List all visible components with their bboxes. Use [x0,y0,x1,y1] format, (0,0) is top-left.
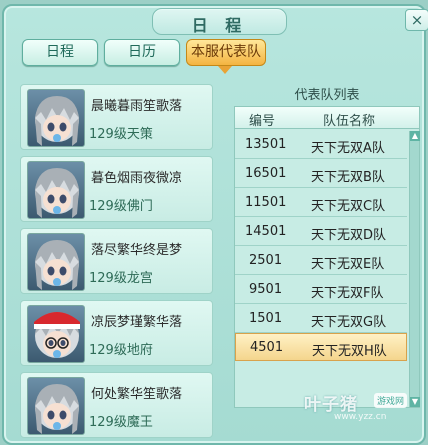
tab-server-team[interactable]: 本服代表队 [186,39,266,66]
team-name: 天下无双D队 [311,228,387,243]
team-id: 11501 [245,195,287,210]
table-row-selected[interactable]: 4501 天下无双H队 [235,333,407,361]
team-id: 2501 [249,253,283,268]
column-header-id: 编号 [249,114,276,129]
window-title: 日 程 [191,16,248,35]
team-name: 天下无双A队 [311,141,385,156]
team-id: 16501 [245,166,287,181]
close-button[interactable]: × [405,9,428,31]
title-bar: 日 程 [152,8,287,35]
character-level: 129级天策 [89,127,153,142]
table-row[interactable]: 1501 天下无双G队 [235,305,407,333]
team-name: 天下无双B队 [311,170,385,185]
team-list-scrollbar[interactable]: ▲ ▼ [409,131,420,407]
character-card[interactable]: 凉辰梦瑾繁华落 129级地府 [20,300,213,366]
watermark-badge: 游戏网 [374,393,408,408]
character-name: 晨曦暮雨笙歌落 [91,99,183,114]
tab-calendar[interactable]: 日历 [104,39,180,66]
active-tab-pointer [218,66,232,74]
avatar [27,89,85,147]
character-card[interactable]: 落尽繁华终是梦 129级龙宫 [20,228,213,294]
character-card[interactable]: 晨曦暮雨笙歌落 129级天策 [20,84,213,150]
character-card[interactable]: 何处繁华笙歌落 129级魔王 [20,372,213,438]
avatar [27,305,85,363]
team-list-panel: 代表队列表 编号 队伍名称 13501 天下无双A队 16501 天下无双B队 … [234,84,420,410]
table-row[interactable]: 14501 天下无双D队 [235,218,407,246]
character-level: 129级佛门 [89,199,153,214]
team-name: 天下无双G队 [311,315,387,330]
character-name: 暮色烟雨夜微凉 [91,171,183,186]
character-name: 何处繁华笙歌落 [91,387,183,402]
character-name: 落尽繁华终是梦 [91,243,183,258]
column-header-name: 队伍名称 [323,114,376,129]
character-level: 129级魔王 [89,415,153,430]
avatar [27,377,85,435]
team-id: 14501 [245,224,287,239]
team-name: 天下无双F队 [311,286,384,301]
character-name: 凉辰梦瑾繁华落 [91,315,183,330]
team-name: 天下无双H队 [312,344,387,359]
team-name: 天下无双E队 [311,257,385,272]
character-card[interactable]: 暮色烟雨夜微凉 129级佛门 [20,156,213,222]
table-row[interactable]: 11501 天下无双C队 [235,189,407,217]
watermark-url: www.yzz.cn [334,412,387,422]
watermark: 叶子猪 游戏网 www.yzz.cn [304,390,424,430]
schedule-window: 日 程 × 日程 日历 本服代表队 晨曦暮雨笙歌落 129级天策 暮色烟雨夜微凉… [2,4,428,445]
character-list: 晨曦暮雨笙歌落 129级天策 暮色烟雨夜微凉 129级佛门 落尽繁华终是梦 12… [20,84,218,445]
table-row[interactable]: 2501 天下无双E队 [235,247,407,275]
team-list-table: 编号 队伍名称 13501 天下无双A队 16501 天下无双B队 11501 … [234,106,420,408]
table-row[interactable]: 9501 天下无双F队 [235,276,407,304]
team-list-title: 代表队列表 [294,88,360,103]
team-id: 13501 [245,137,287,152]
team-list-header: 编号 队伍名称 [235,107,419,129]
team-id: 4501 [250,340,284,355]
table-row[interactable]: 13501 天下无双A队 [235,131,407,159]
team-name: 天下无双C队 [311,199,386,214]
team-id: 1501 [249,311,283,326]
avatar [27,161,85,219]
table-row[interactable]: 16501 天下无双B队 [235,160,407,188]
character-level: 129级地府 [89,343,153,358]
scroll-up-icon[interactable]: ▲ [410,131,420,141]
avatar [27,233,85,291]
character-level: 129级龙宫 [89,271,153,286]
team-id: 9501 [249,282,283,297]
tab-schedule[interactable]: 日程 [22,39,98,66]
